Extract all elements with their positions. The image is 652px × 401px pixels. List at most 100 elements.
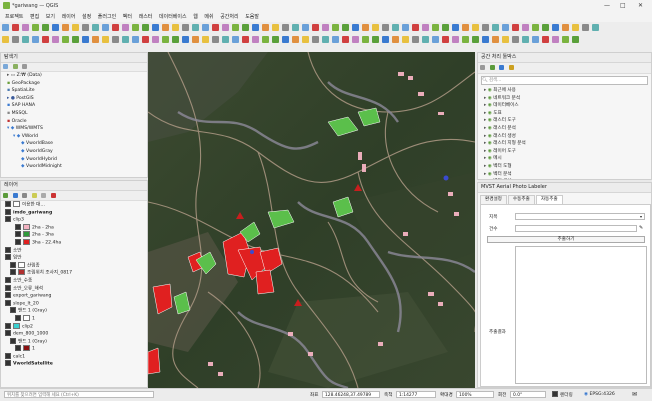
- layer-visibility-checkbox[interactable]: [5, 284, 11, 291]
- tb2-tool-icon[interactable]: [432, 36, 439, 43]
- processing-group-item[interactable]: ▸ ◉ 벡터 도형: [484, 163, 651, 171]
- tb1-tool-icon[interactable]: [512, 24, 519, 31]
- processing-group-item[interactable]: ▸ ◉ 레이어 도구: [484, 148, 651, 156]
- layer-visibility-checkbox[interactable]: [5, 254, 11, 261]
- tb2-tool-icon[interactable]: [342, 36, 349, 43]
- tb1-tool-icon[interactable]: [162, 24, 169, 31]
- tb2-tool-icon[interactable]: [132, 36, 139, 43]
- tb1-tool-icon[interactable]: [472, 24, 479, 31]
- tb1-tool-icon[interactable]: [492, 24, 499, 31]
- browser-item-drive[interactable]: ▸ ▭ Z:₩ (Data): [7, 72, 147, 80]
- tb1-tool-icon[interactable]: [372, 24, 379, 31]
- menu-database[interactable]: 데이터베이스: [159, 14, 187, 20]
- menu-project[interactable]: 프로젝트: [5, 14, 23, 20]
- tb2-tool-icon[interactable]: [62, 36, 69, 43]
- tb2-tool-icon[interactable]: [492, 36, 499, 43]
- collapse-icon[interactable]: [22, 64, 28, 69]
- tb2-tool-icon[interactable]: [22, 36, 29, 43]
- coord-field[interactable]: 128.46248,37.49789: [322, 391, 380, 398]
- layer-visibility-checkbox[interactable]: [5, 360, 11, 367]
- menu-view[interactable]: 보기: [46, 14, 55, 20]
- layer-item[interactable]: dem_800_1000: [5, 330, 147, 338]
- processing-group-item[interactable]: ▸ ◉ 메시: [484, 155, 651, 163]
- processing-group-item[interactable]: ▸ ◉ 네트워크 분석: [484, 95, 651, 103]
- tb2-tool-icon[interactable]: [172, 36, 179, 43]
- tb1-tool-icon[interactable]: [102, 24, 109, 31]
- tb1-tool-icon[interactable]: [12, 24, 19, 31]
- browser-item-mssql[interactable]: ▪ MSSQL: [7, 110, 147, 118]
- layer-visibility-checkbox[interactable]: [15, 223, 21, 230]
- layer-item[interactable]: VworldSatellite: [5, 360, 147, 368]
- browser-item-saphana[interactable]: ▪ SAP HANA: [7, 102, 147, 110]
- tb2-tool-icon[interactable]: [222, 36, 229, 43]
- tb2-tool-icon[interactable]: [102, 36, 109, 43]
- tb2-tool-icon[interactable]: [352, 36, 359, 43]
- tb2-tool-icon[interactable]: [312, 36, 319, 43]
- tb1-tool-icon[interactable]: [262, 24, 269, 31]
- layer-visibility-checkbox[interactable]: [10, 261, 16, 268]
- browser-item-wms[interactable]: ▾ ◆ WMS/WMTS: [7, 125, 147, 133]
- tb1-tool-icon[interactable]: [572, 24, 579, 31]
- tb2-tool-icon[interactable]: [402, 36, 409, 43]
- tb1-tool-icon[interactable]: [242, 24, 249, 31]
- tb2-tool-icon[interactable]: [322, 36, 329, 43]
- tb2-tool-icon[interactable]: [462, 36, 469, 43]
- tb2-tool-icon[interactable]: [512, 36, 519, 43]
- browser-item-vworldhybrid[interactable]: ◆ VworldHybrid: [7, 156, 147, 164]
- tb2-tool-icon[interactable]: [42, 36, 49, 43]
- tb1-tool-icon[interactable]: [542, 24, 549, 31]
- layer-visibility-checkbox[interactable]: [15, 238, 21, 245]
- tb1-tool-icon[interactable]: [432, 24, 439, 31]
- extract-button[interactable]: 추출하기: [487, 236, 645, 243]
- layer-visibility-checkbox[interactable]: [5, 276, 11, 283]
- tb2-tool-icon[interactable]: [542, 36, 549, 43]
- tb1-tool-icon[interactable]: [342, 24, 349, 31]
- tb2-tool-icon[interactable]: [212, 36, 219, 43]
- tb2-tool-icon[interactable]: [472, 36, 479, 43]
- tb1-tool-icon[interactable]: [332, 24, 339, 31]
- menu-plugins[interactable]: 플러그인: [98, 14, 116, 20]
- tb2-tool-icon[interactable]: [422, 36, 429, 43]
- processing-group-item[interactable]: ▸ ◉ 벡터 분석: [484, 171, 651, 179]
- tb2-tool-icon[interactable]: [32, 36, 39, 43]
- layer-visibility-checkbox[interactable]: [5, 201, 11, 207]
- tb1-tool-icon[interactable]: [442, 24, 449, 31]
- layer-item[interactable]: 3ha - 22.4ha: [5, 238, 147, 247]
- tb2-tool-icon[interactable]: [372, 36, 379, 43]
- menu-help[interactable]: 도움말: [245, 14, 259, 20]
- filter-icon[interactable]: [12, 64, 18, 69]
- menu-layer[interactable]: 레이어: [62, 14, 76, 20]
- tb2-tool-icon[interactable]: [562, 36, 569, 43]
- tb1-tool-icon[interactable]: [452, 24, 459, 31]
- rotation-field[interactable]: 0.0°: [510, 391, 546, 398]
- filter-legend-icon[interactable]: [22, 193, 28, 198]
- layer-item[interactable]: clip2: [5, 322, 147, 331]
- tb2-tool-icon[interactable]: [572, 36, 579, 43]
- tb2-tool-icon[interactable]: [82, 36, 89, 43]
- tb1-tool-icon[interactable]: [72, 24, 79, 31]
- tb1-tool-icon[interactable]: [2, 24, 9, 31]
- count-input[interactable]: [515, 225, 637, 232]
- tb1-tool-icon[interactable]: [52, 24, 59, 31]
- tb1-tool-icon[interactable]: [152, 24, 159, 31]
- tb2-tool-icon[interactable]: [232, 36, 239, 43]
- tb2-tool-icon[interactable]: [482, 36, 489, 43]
- history-icon[interactable]: [499, 65, 505, 70]
- locator-search-input[interactable]: 위치를 찾으려면 입력해 세요 (Ctrl+K): [4, 391, 154, 398]
- tb2-tool-icon[interactable]: [162, 36, 169, 43]
- tb2-tool-icon[interactable]: [442, 36, 449, 43]
- tb1-tool-icon[interactable]: [522, 24, 529, 31]
- tb1-tool-icon[interactable]: [282, 24, 289, 31]
- layer-visibility-checkbox[interactable]: [5, 246, 11, 253]
- layer-item[interactable]: 소반: [5, 246, 147, 255]
- tb1-tool-icon[interactable]: [292, 24, 299, 31]
- tb2-tool-icon[interactable]: [122, 36, 129, 43]
- tb1-tool-icon[interactable]: [222, 24, 229, 31]
- tb1-tool-icon[interactable]: [122, 24, 129, 31]
- browser-item-vworldgray[interactable]: ◆ VworldGray: [7, 148, 147, 156]
- layer-visibility-checkbox[interactable]: [5, 216, 11, 223]
- tb1-tool-icon[interactable]: [462, 24, 469, 31]
- menu-mesh[interactable]: 메쉬: [204, 14, 213, 20]
- tb1-tool-icon[interactable]: [32, 24, 39, 31]
- tb1-tool-icon[interactable]: [202, 24, 209, 31]
